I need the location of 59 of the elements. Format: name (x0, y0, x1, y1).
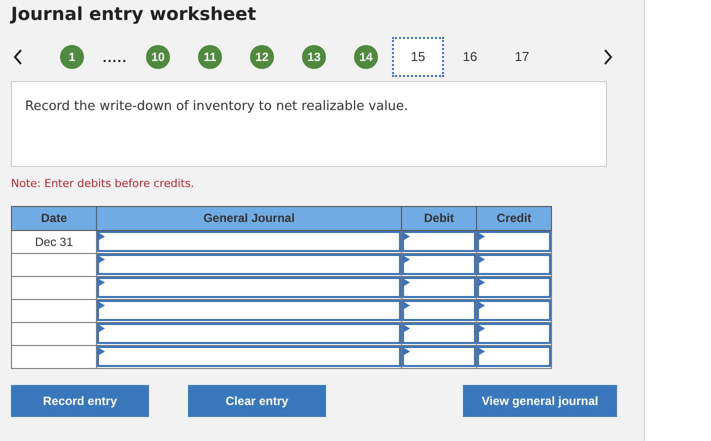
triangle-icon (404, 348, 410, 355)
amount-field[interactable] (477, 231, 551, 252)
step-tab[interactable]: 16 (455, 45, 485, 69)
completed-step-tab[interactable]: 10 (146, 45, 170, 69)
triangle-icon (99, 233, 105, 240)
completed-step-tab[interactable]: 13 (302, 45, 326, 69)
current-step-tab[interactable]: 15 (392, 37, 444, 77)
amount-field[interactable] (402, 323, 476, 344)
worksheet-title: Journal entry worksheet (11, 4, 258, 26)
completed-step-tab[interactable]: 1 (60, 45, 84, 69)
triangle-icon (404, 302, 410, 309)
triangle-icon (404, 325, 410, 332)
triangle-icon (404, 256, 410, 263)
triangle-icon (404, 233, 410, 240)
amount-field[interactable] (402, 300, 476, 321)
amount-field[interactable] (477, 346, 551, 367)
completed-step-tab[interactable]: 11 (198, 45, 222, 69)
account-field[interactable] (97, 254, 401, 275)
chevron-left-icon[interactable] (13, 49, 23, 65)
triangle-icon (479, 325, 485, 332)
instruction-text: Record the write-down of inventory to net realizable value. (11, 81, 607, 167)
action-button[interactable]: Clear entry (188, 384, 326, 416)
triangle-icon (404, 279, 410, 286)
completed-step-tab[interactable]: 14 (354, 45, 378, 69)
account-field[interactable] (97, 346, 401, 367)
column-header: Date (12, 206, 96, 230)
triangle-icon (99, 302, 105, 309)
amount-field[interactable] (477, 277, 551, 298)
triangle-icon (99, 256, 105, 263)
triangle-icon (479, 302, 485, 309)
triangle-icon (479, 233, 485, 240)
action-button[interactable]: View general journal (463, 384, 617, 416)
column-header: Credit (476, 206, 552, 230)
note-text: Note: Enter debits before credits. (11, 176, 196, 192)
triangle-icon (99, 325, 105, 332)
triangle-icon (479, 279, 485, 286)
step-tab[interactable]: 17 (507, 45, 537, 69)
action-button[interactable]: Record entry (11, 384, 149, 416)
amount-field[interactable] (402, 254, 476, 275)
amount-field[interactable] (477, 300, 551, 321)
account-field[interactable] (97, 323, 401, 344)
account-field[interactable] (97, 277, 401, 298)
completed-step-tab[interactable]: 12 (250, 45, 274, 69)
column-header: Debit (402, 206, 476, 230)
amount-field[interactable] (402, 346, 476, 367)
amount-field[interactable] (402, 277, 476, 298)
chevron-right-icon[interactable] (603, 49, 613, 65)
account-field[interactable] (97, 231, 401, 252)
column-header: General Journal (96, 206, 402, 230)
triangle-icon (479, 256, 485, 263)
amount-field[interactable] (477, 323, 551, 344)
amount-field[interactable] (477, 254, 551, 275)
triangle-icon (479, 348, 485, 355)
triangle-icon (99, 279, 105, 286)
amount-field[interactable] (402, 231, 476, 252)
triangle-icon (99, 348, 105, 355)
date-cell: Dec 31 (12, 230, 96, 253)
ellipsis-text: ..... (102, 48, 128, 66)
account-field[interactable] (97, 300, 401, 321)
